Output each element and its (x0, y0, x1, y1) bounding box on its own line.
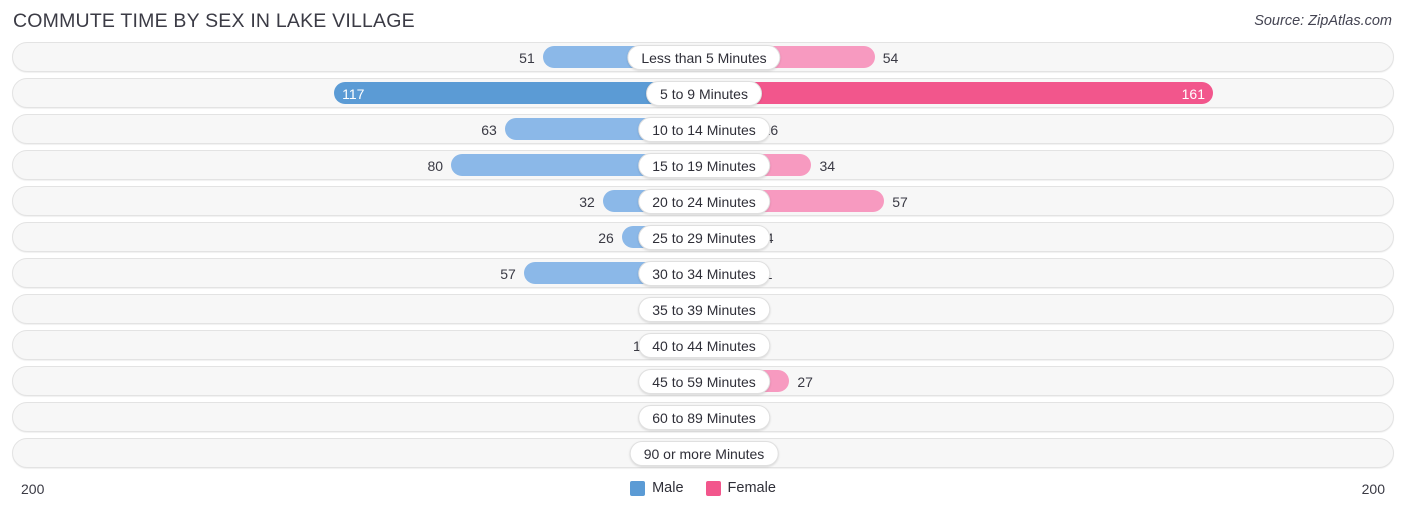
value-label-male: 51 (519, 50, 535, 66)
category-label: 60 to 89 Minutes (638, 405, 770, 430)
chart-row: 63 16 10 to 14 Minutes (12, 114, 1394, 144)
value-label-male: 63 (481, 122, 497, 138)
value-label-male: 57 (500, 266, 516, 282)
chart-row: 80 34 15 to 19 Minutes (12, 150, 1394, 180)
legend-swatch-icon (705, 480, 721, 496)
category-label: 5 to 9 Minutes (646, 81, 762, 106)
chart-row: 51 54 Less than 5 Minutes (12, 42, 1394, 72)
legend-swatch-icon (630, 480, 646, 496)
value-label-male: 32 (579, 194, 595, 210)
chart-plot-area: 51 54 Less than 5 Minutes 117 161 5 to 9 Minu… (12, 42, 1394, 476)
category-label: 15 to 19 Minutes (638, 153, 770, 178)
value-label-female: 57 (892, 194, 908, 210)
chart-row: 117 161 5 to 9 Minutes (12, 78, 1394, 108)
chart-row: 0090 or more Minutes (12, 438, 1394, 468)
source-attribution: Source: ZipAtlas.com (1254, 13, 1392, 29)
chart-row: 571130 to 34 Minutes (12, 258, 1394, 288)
chart-row: 1060 to 89 Minutes (12, 402, 1394, 432)
value-label-female: 161 (1181, 86, 1205, 102)
legend-item-female[interactable]: Female (705, 480, 776, 496)
bar-wrap: 117 161 5 to 9 Minutes (13, 79, 1393, 107)
legend-label: Male (652, 480, 684, 496)
chart-header: COMMUTE TIME BY SEX IN LAKE VILLAGE Sour… (0, 0, 1406, 42)
bar-wrap: 571130 to 34 Minutes (13, 259, 1393, 287)
value-label-male: 80 (427, 158, 444, 174)
chart-row: 261425 to 29 Minutes (12, 222, 1394, 252)
bar-wrap: 63 16 10 to 14 Minutes (13, 115, 1393, 143)
bar-wrap: 51 54 Less than 5 Minutes (13, 43, 1393, 71)
value-label-female: 34 (819, 158, 836, 174)
bar-wrap: 15040 to 44 Minutes (13, 331, 1393, 359)
legend-label: Female (727, 480, 776, 496)
category-label: Less than 5 Minutes (627, 45, 781, 70)
category-label: 35 to 39 Minutes (638, 297, 770, 322)
category-label: 20 to 24 Minutes (638, 189, 770, 214)
value-label-female: 27 (797, 374, 813, 390)
bar-wrap: 32 57 20 to 24 Minutes (13, 187, 1393, 215)
bar-female (704, 82, 1213, 104)
category-label: 30 to 34 Minutes (638, 261, 770, 286)
category-label: 45 to 59 Minutes (638, 369, 770, 394)
bar-wrap: 02745 to 59 Minutes (13, 367, 1393, 395)
chart-legend: Male Female (0, 480, 1406, 496)
chart-row: 15040 to 44 Minutes (12, 330, 1394, 360)
legend-item-male[interactable]: Male (630, 480, 684, 496)
bar-wrap: 0335 to 39 Minutes (13, 295, 1393, 323)
bar-wrap: 1060 to 89 Minutes (13, 403, 1393, 431)
chart-footer: 200 200 Male Female (0, 476, 1406, 516)
category-label: 25 to 29 Minutes (638, 225, 770, 250)
chart-row: 0335 to 39 Minutes (12, 294, 1394, 324)
value-label-male: 117 (342, 86, 365, 102)
category-label: 10 to 14 Minutes (638, 117, 770, 142)
chart-row: 02745 to 59 Minutes (12, 366, 1394, 396)
page-title: COMMUTE TIME BY SEX IN LAKE VILLAGE (13, 10, 415, 32)
bar-wrap: 80 34 15 to 19 Minutes (13, 151, 1393, 179)
value-label-female: 54 (882, 50, 899, 66)
bar-wrap: 0090 or more Minutes (13, 439, 1393, 467)
chart-row: 32 57 20 to 24 Minutes (12, 186, 1394, 216)
category-label: 90 or more Minutes (629, 441, 779, 466)
value-label-male: 26 (598, 230, 614, 246)
bar-wrap: 261425 to 29 Minutes (13, 223, 1393, 251)
category-label: 40 to 44 Minutes (638, 333, 770, 358)
